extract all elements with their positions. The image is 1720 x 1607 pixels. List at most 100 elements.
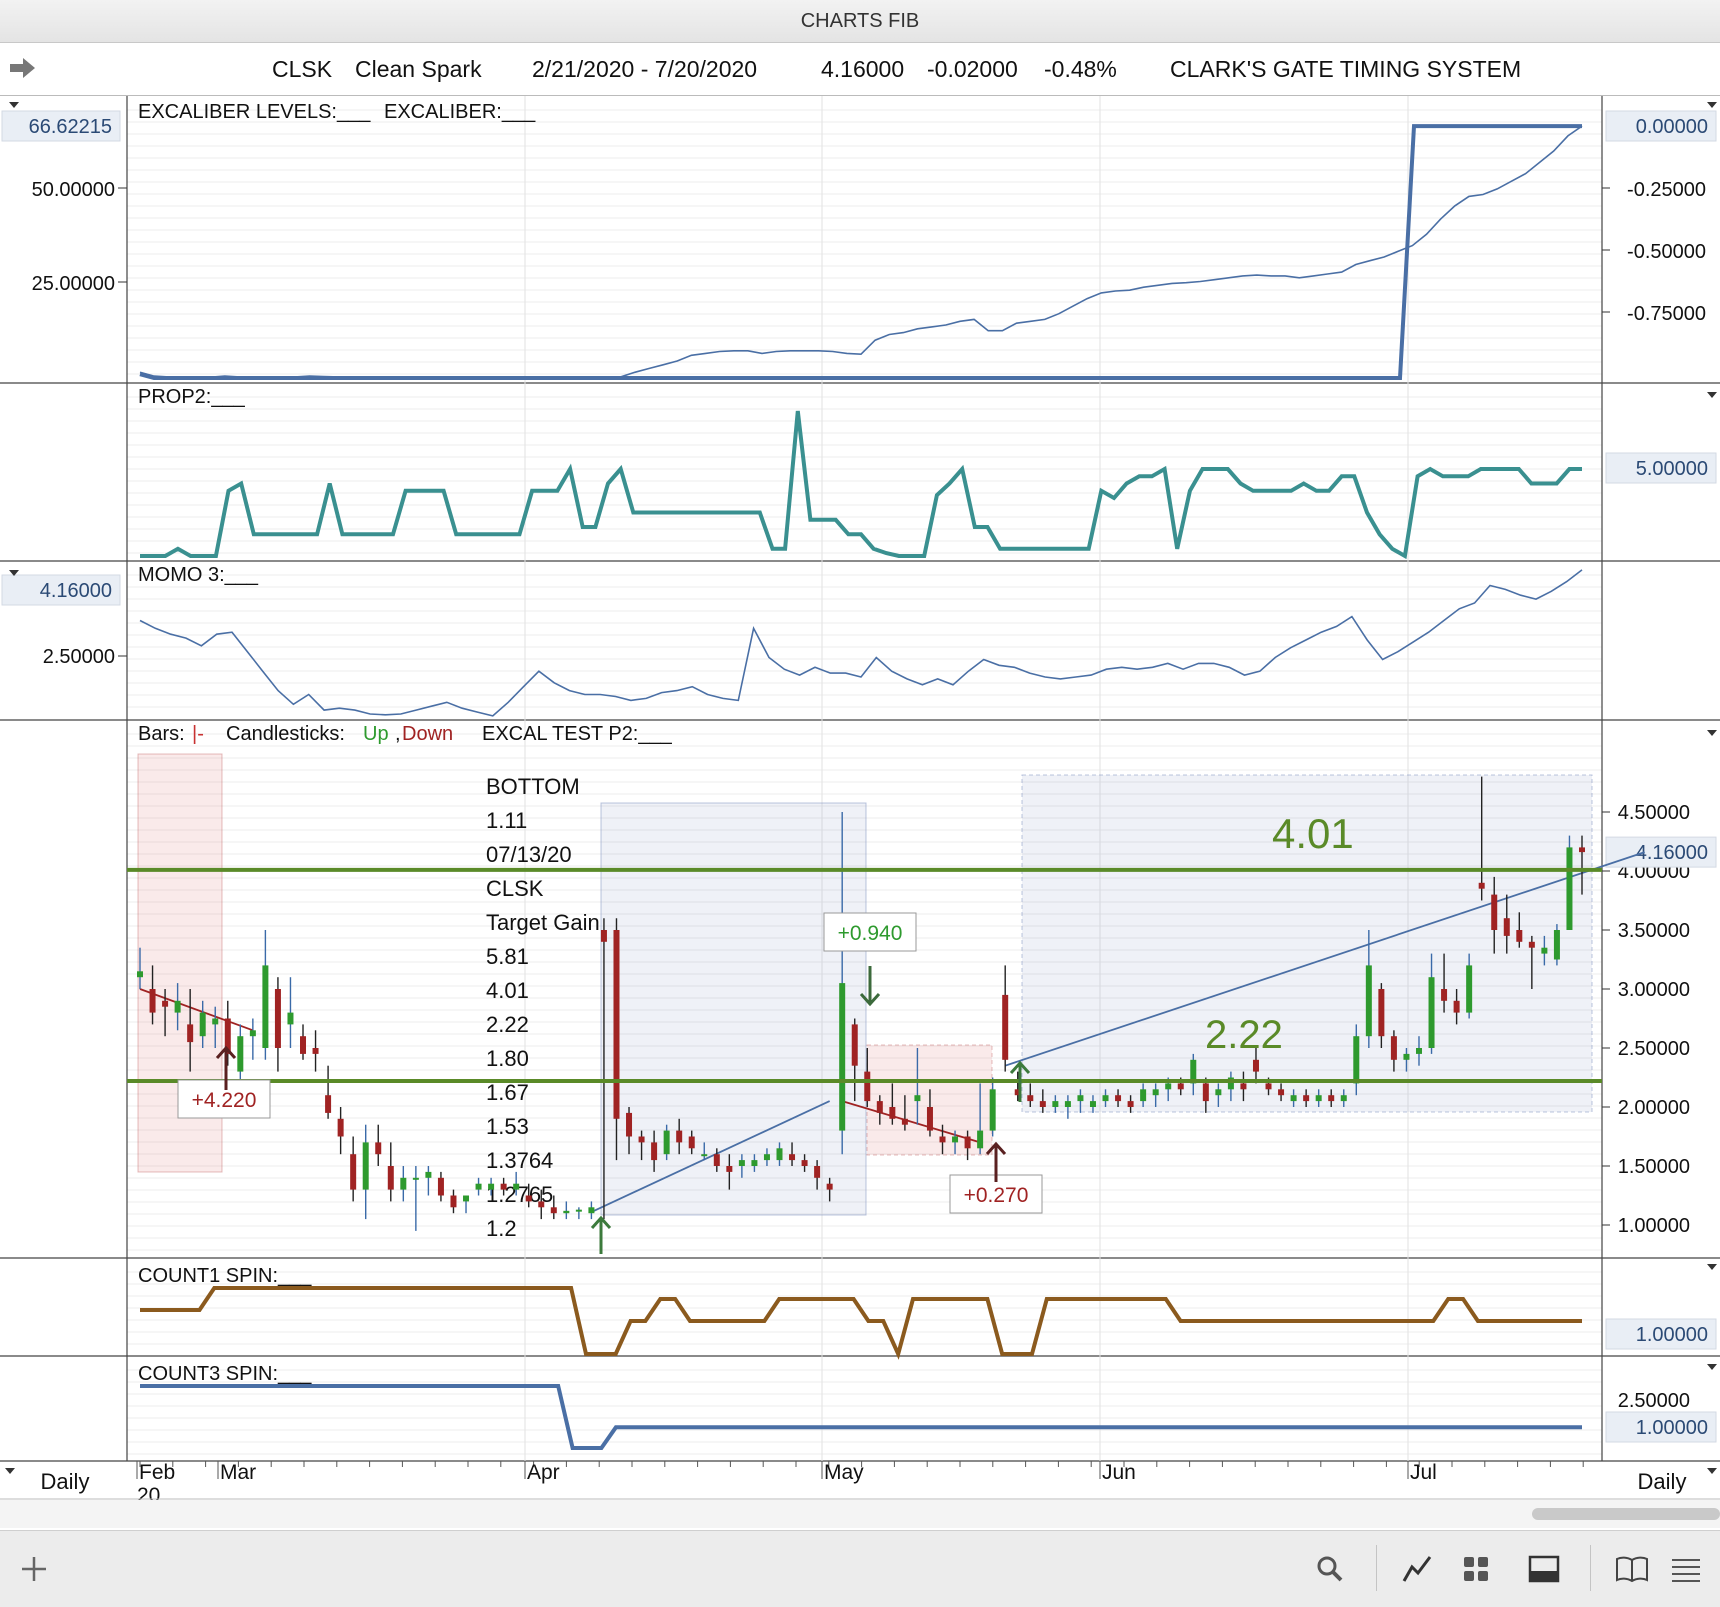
candle-body (914, 1095, 921, 1102)
candle-body (412, 1177, 419, 1180)
symbol: CLSK (272, 56, 333, 82)
candle-body (350, 1154, 357, 1190)
period-right: Daily (1638, 1469, 1687, 1494)
candle-body (1002, 994, 1009, 1060)
y-tick-label: 2.50000 (1618, 1390, 1690, 1412)
y-tick-label: -0.25000 (1627, 179, 1706, 201)
symbol-header: CLSK Clean Spark 2/21/2020 - 7/20/2020 4… (0, 43, 1720, 96)
candle-legend: Down (402, 723, 453, 745)
candle-body (600, 930, 607, 942)
target-info-line: 1.2 (486, 1216, 517, 1241)
candle-body (300, 1036, 307, 1054)
candle-body (713, 1154, 720, 1166)
y-tick-label: 2.00000 (1618, 1097, 1690, 1119)
chart-area[interactable]: EXCALIBER LEVELS:___ EXCALIBER:___ 66.6221… (0, 96, 1720, 1500)
count3-right-value: 1.00000 (1636, 1417, 1708, 1439)
candle-body (638, 1136, 645, 1143)
candle-body (162, 1000, 169, 1007)
candle-legend: |- (192, 723, 204, 745)
candle-body (1553, 930, 1560, 960)
candle-legend: Bars: (138, 723, 185, 745)
candle-body (939, 1136, 946, 1143)
candle-body (926, 1107, 933, 1131)
candle-body (964, 1136, 971, 1149)
candle-body (688, 1136, 695, 1149)
add-icon[interactable] (14, 1549, 54, 1589)
target-info-line: 1.3764 (486, 1148, 553, 1173)
left-axis-gutter (0, 96, 127, 1500)
x-month-label: Apr (527, 1461, 560, 1484)
candle-body (475, 1183, 482, 1190)
excaliber-right-value: 0.00000 (1636, 116, 1708, 138)
main-right-value: 4.16000 (1636, 842, 1708, 864)
x-month-label: Feb (139, 1461, 175, 1484)
candle-body (826, 1183, 833, 1190)
horizontal-scrollbar[interactable] (0, 1500, 1720, 1528)
candle-body (1127, 1101, 1134, 1107)
search-icon[interactable] (1310, 1549, 1350, 1589)
forward-arrow-icon[interactable] (8, 55, 38, 81)
candle-body (1027, 1095, 1034, 1102)
x-year-label: 20 (137, 1484, 160, 1500)
candle-body (450, 1195, 457, 1208)
candle-body (588, 1207, 595, 1214)
candle-legend: Up (363, 723, 389, 745)
candle-body (1278, 1089, 1285, 1096)
candle-body (500, 1183, 507, 1190)
candle-body (1340, 1095, 1347, 1102)
candle-body (1453, 1000, 1460, 1013)
candle-body (1390, 1036, 1397, 1060)
candle-body (1140, 1089, 1147, 1102)
candle-body (425, 1171, 432, 1178)
y-tick-label: 50.00000 (32, 179, 115, 201)
x-month-label: Jun (1102, 1461, 1136, 1484)
candle-body (1441, 989, 1448, 1001)
candle-body (287, 1012, 294, 1025)
candle-body (1579, 847, 1585, 853)
period-left: Daily (41, 1469, 90, 1494)
panel-legend: EXCALIBER:___ (384, 101, 536, 123)
panel-icon[interactable] (1524, 1549, 1564, 1589)
company-name: Clean Spark (355, 56, 482, 82)
candle-body (789, 1154, 796, 1161)
candle-body (1516, 930, 1523, 942)
candle-body (726, 1166, 733, 1172)
x-month-label: Jul (1410, 1461, 1437, 1484)
toolbar-separator (1590, 1545, 1591, 1591)
scroll-thumb[interactable] (1532, 1508, 1720, 1520)
target-info-line: BOTTOM (486, 774, 580, 799)
line-chart-icon[interactable] (1398, 1549, 1438, 1589)
book-icon[interactable] (1612, 1549, 1652, 1589)
panel-legend: COUNT3 SPIN:___ (138, 1363, 312, 1385)
excaliber-left-value: 66.62215 (29, 116, 112, 138)
candle-legend: Candlesticks: (226, 723, 345, 745)
bottom-toolbar (0, 1530, 1720, 1607)
target-info-line: Target Gain (486, 910, 600, 935)
candle-body (400, 1177, 407, 1190)
panel-legend: MOMO 3:___ (138, 564, 259, 586)
excaliber-series-line (139, 125, 1583, 379)
candle-body (1541, 947, 1548, 954)
count1-right-value: 1.00000 (1636, 1324, 1708, 1346)
candle-body (274, 989, 281, 1048)
candle-body (1177, 1083, 1184, 1090)
panel-legend: EXCALIBER LEVELS:___ (138, 101, 371, 123)
candle-body (1478, 882, 1485, 889)
candle-body (751, 1160, 758, 1166)
candle-body (763, 1154, 770, 1161)
grid-icon[interactable] (1456, 1549, 1496, 1589)
menu-icon[interactable] (1666, 1549, 1706, 1589)
target-info-line: 5.81 (486, 944, 529, 969)
y-tick-label: 4.50000 (1618, 802, 1690, 824)
candle-body (463, 1195, 470, 1202)
y-tick-label: 1.50000 (1618, 1156, 1690, 1178)
system-name: CLARK'S GATE TIMING SYSTEM (1170, 56, 1522, 82)
candle-body (550, 1207, 557, 1214)
candle-body (701, 1154, 708, 1157)
candle-body (1315, 1095, 1322, 1102)
count3-series-line (140, 1384, 1582, 1450)
candle-body (538, 1201, 545, 1208)
candle-body (575, 1209, 582, 1212)
candle-body (801, 1160, 808, 1166)
candle-body (325, 1095, 332, 1113)
